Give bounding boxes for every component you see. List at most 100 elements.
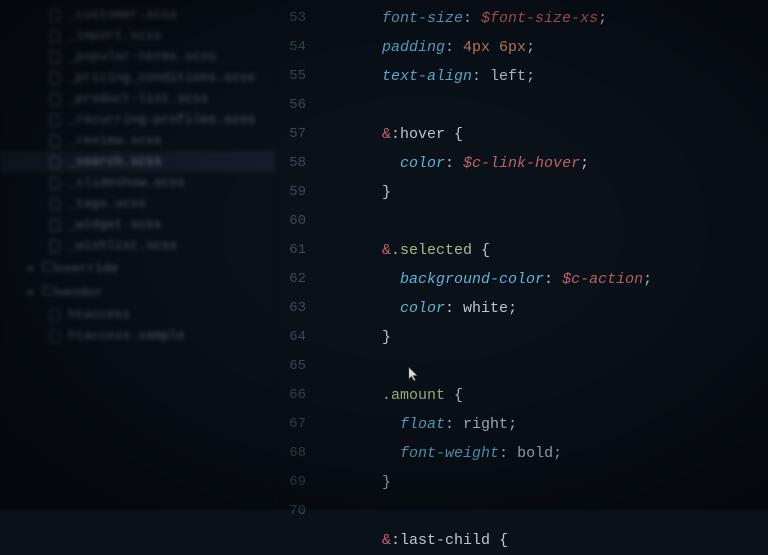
line-number: 54 xyxy=(275,33,320,62)
file-item[interactable]: _review.scss xyxy=(0,130,275,151)
file-item[interactable]: _popular-terms.scss xyxy=(0,46,275,67)
code-line[interactable]: &.selected { xyxy=(328,236,768,265)
file-label: htaccess.sample xyxy=(68,328,185,343)
file-icon xyxy=(48,29,62,43)
file-label: _customer.scss xyxy=(68,7,177,22)
token: float xyxy=(400,416,445,433)
token: ; xyxy=(643,271,652,288)
folder-icon xyxy=(42,283,56,301)
file-item[interactable]: _widget.scss xyxy=(0,214,275,235)
code-line[interactable]: color: white; xyxy=(328,294,768,323)
token: $c-action xyxy=(562,271,643,288)
code-line[interactable]: color: $c-link-hover; xyxy=(328,149,768,178)
code-line[interactable]: .amount { xyxy=(328,381,768,410)
token: } xyxy=(382,329,391,346)
token: background-color xyxy=(400,271,544,288)
token: ; xyxy=(508,416,517,433)
chevron-right-icon: ▸ xyxy=(28,285,38,300)
file-item[interactable]: _product-list.scss xyxy=(0,88,275,109)
file-icon xyxy=(48,134,62,148)
file-item[interactable]: _tags.scss xyxy=(0,193,275,214)
code-line[interactable]: text-align: left; xyxy=(328,62,768,91)
token: & xyxy=(382,242,391,259)
token: { xyxy=(499,532,508,549)
file-item[interactable]: _slideshow.scss xyxy=(0,172,275,193)
line-number: 68 xyxy=(275,439,320,468)
token: 4px 6px xyxy=(463,39,526,56)
mouse-cursor-icon xyxy=(407,365,421,383)
line-number: 69 xyxy=(275,468,320,497)
file-icon xyxy=(48,197,62,211)
code-line[interactable]: } xyxy=(328,178,768,207)
file-label: _popular-terms.scss xyxy=(68,49,216,64)
token: { xyxy=(454,126,463,143)
code-line[interactable] xyxy=(328,207,768,236)
file-item[interactable]: _wishlist.scss xyxy=(0,235,275,256)
code-line[interactable]: background-color: $c-action; xyxy=(328,265,768,294)
token: font-size xyxy=(382,10,463,27)
file-label: _widget.scss xyxy=(68,217,162,232)
file-item[interactable]: _pricing_conditions.scss xyxy=(0,67,275,88)
file-label: _slideshow.scss xyxy=(68,175,185,190)
token: & xyxy=(382,126,391,143)
token: .selected xyxy=(391,242,481,259)
token: .amount xyxy=(382,387,454,404)
token: right xyxy=(463,416,508,433)
token: text-align xyxy=(382,68,472,85)
file-icon xyxy=(48,239,62,253)
token: : xyxy=(445,39,463,56)
token: ; xyxy=(598,10,607,27)
code-line[interactable]: } xyxy=(328,323,768,352)
token: ; xyxy=(580,155,589,172)
file-label: _pricing_conditions.scss xyxy=(68,70,255,85)
token: : xyxy=(445,300,463,317)
folder-item[interactable]: ▸ vendor xyxy=(0,280,275,304)
token: { xyxy=(481,242,490,259)
token: ; xyxy=(553,445,562,462)
file-label: _search.scss xyxy=(68,154,162,169)
file-icon xyxy=(48,155,62,169)
folder-icon xyxy=(42,259,56,277)
code-line[interactable]: } xyxy=(328,468,768,497)
code-line[interactable]: font-size: $font-size-xs; xyxy=(328,4,768,33)
code-line[interactable]: font-weight: bold; xyxy=(328,439,768,468)
code-line[interactable] xyxy=(328,497,768,526)
code-line[interactable]: &:last-child { xyxy=(328,526,768,555)
line-number: 66 xyxy=(275,381,320,410)
token: : xyxy=(472,68,490,85)
file-icon xyxy=(48,113,62,127)
file-label: _tags.scss xyxy=(68,196,146,211)
token: ; xyxy=(508,300,517,317)
file-icon xyxy=(48,8,62,22)
file-label: _product-list.scss xyxy=(68,91,208,106)
token: : xyxy=(445,155,463,172)
code-line[interactable]: padding: 4px 6px; xyxy=(328,33,768,62)
file-item[interactable]: _customer.scss xyxy=(0,4,275,25)
code-editor[interactable]: font-size: $font-size-xs; padding: 4px 6… xyxy=(320,0,768,510)
line-number: 61 xyxy=(275,236,320,265)
code-line[interactable]: float: right; xyxy=(328,410,768,439)
token: font-weight xyxy=(400,445,499,462)
file-item[interactable]: _search.scss xyxy=(0,151,275,172)
token: padding xyxy=(382,39,445,56)
code-line[interactable] xyxy=(328,91,768,120)
file-item[interactable]: _recurring-profiles.scss xyxy=(0,109,275,130)
token: ; xyxy=(526,39,535,56)
file-explorer: _customer.scss _import.scss _popular-terms… xyxy=(0,0,275,510)
line-number: 67 xyxy=(275,410,320,439)
file-label: _wishlist.scss xyxy=(68,238,177,253)
token: $font-size-xs xyxy=(481,10,598,27)
token: : xyxy=(499,445,517,462)
token: :hover xyxy=(391,126,454,143)
code-line[interactable]: &:hover { xyxy=(328,120,768,149)
file-label: _review.scss xyxy=(68,133,162,148)
token: color xyxy=(400,155,445,172)
file-item[interactable]: htaccess.sample xyxy=(0,325,275,346)
file-item[interactable]: htaccess xyxy=(0,304,275,325)
code-line[interactable] xyxy=(328,352,768,381)
token: } xyxy=(382,474,391,491)
token: ; xyxy=(526,68,535,85)
folder-label: override xyxy=(56,261,118,276)
file-item[interactable]: _import.scss xyxy=(0,25,275,46)
folder-item[interactable]: ▸ override xyxy=(0,256,275,280)
